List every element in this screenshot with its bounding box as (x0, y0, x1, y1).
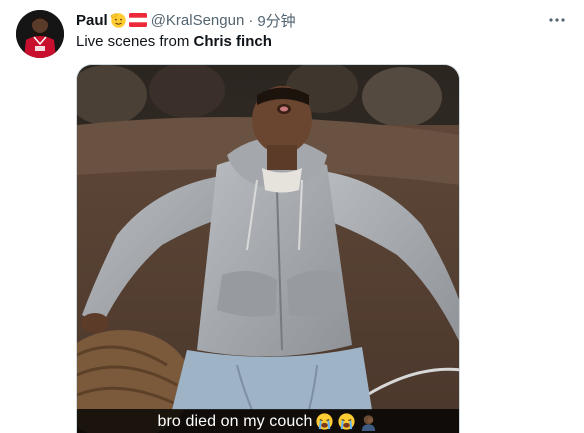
tweet-header: Paul @KralSengun · 9分钟 (76, 10, 568, 30)
author-display-name[interactable]: Paul (76, 12, 108, 29)
separator-dot: · (248, 11, 254, 29)
more-options-button[interactable] (546, 10, 568, 30)
tweet-text-bold[interactable]: Chris finch (194, 33, 272, 50)
tweet-media-image[interactable]: bro died on my couch (76, 64, 460, 433)
man-facepalming-emoji-icon (359, 412, 378, 431)
timestamp[interactable]: 9分钟 (257, 10, 295, 31)
author-handle[interactable]: @KralSengun (151, 12, 245, 29)
loudly-crying-face-emoji-icon (337, 412, 356, 431)
tweet-text: Live scenes from Chris finch (76, 33, 272, 50)
loudly-crying-face-emoji-icon (315, 412, 334, 431)
salute-face-emoji-icon (110, 12, 127, 29)
media-caption-text: bro died on my couch (157, 412, 313, 430)
tweet-text-prefix: Live scenes from (76, 33, 194, 50)
tweet[interactable]: Paul @KralSengun · 9分钟 Live scenes from … (0, 0, 584, 433)
media-caption-bar: bro died on my couch (77, 409, 459, 433)
avatar[interactable] (16, 10, 64, 58)
austria-flag-emoji-icon (128, 13, 147, 27)
media-photo (77, 65, 459, 433)
avatar-image (16, 10, 64, 58)
more-horizontal-icon (549, 18, 565, 22)
